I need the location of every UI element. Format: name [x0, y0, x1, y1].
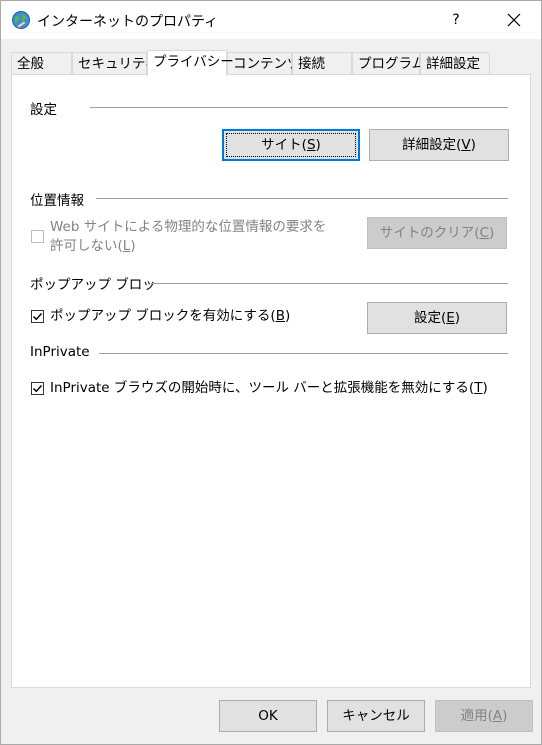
- help-button[interactable]: ?: [437, 1, 475, 39]
- ok-button[interactable]: OK: [219, 700, 317, 732]
- close-icon: [507, 13, 521, 27]
- clear-sites-access-key: C: [479, 225, 489, 241]
- focus-rectangle: [226, 133, 356, 157]
- tab-connections[interactable]: 接続: [292, 52, 352, 75]
- settings-divider: [90, 107, 508, 108]
- advanced-button[interactable]: 詳細設定(V): [369, 129, 509, 161]
- popup-settings-access-key: E: [446, 310, 455, 326]
- clear-sites-label: サイトのクリア(: [379, 225, 480, 241]
- advanced-button-access-key: V: [461, 137, 471, 153]
- tab-privacy[interactable]: プライバシー: [147, 50, 234, 76]
- inprivate-divider: [99, 353, 508, 354]
- cancel-button[interactable]: キャンセル: [327, 700, 425, 732]
- properties-dialog: インターネットのプロパティ ? 全般 セキュリティ プライバシー コンテンツ 接…: [0, 0, 542, 745]
- popup-blocker-label: ポップアップ ブロックを有効にする(B): [50, 307, 290, 325]
- location-label-end: ): [130, 238, 136, 254]
- inprivate-label-end: ): [482, 380, 488, 396]
- apply-access-key: A: [492, 708, 503, 724]
- internet-globe-icon: [11, 10, 31, 30]
- checkmark-icon: [33, 385, 43, 393]
- popup-settings-label: 設定(: [413, 310, 447, 326]
- apply-label-end: ): [502, 708, 508, 724]
- popup-settings-button[interactable]: 設定(E): [367, 302, 507, 334]
- window-title: インターネットのプロパティ: [37, 14, 219, 30]
- title-bar: インターネットのプロパティ ?: [1, 1, 541, 39]
- checkmark-icon: [33, 313, 43, 321]
- inprivate-checkbox[interactable]: [31, 382, 44, 395]
- popup-group-label: ポップアップ ブロッ: [30, 277, 156, 293]
- clear-sites-button[interactable]: サイトのクリア(C): [367, 217, 507, 249]
- popup-blocker-checkbox[interactable]: [31, 310, 44, 323]
- location-checkbox-label-line2: 許可しない(L): [50, 237, 136, 255]
- popup-access-key: B: [275, 308, 285, 324]
- location-divider: [96, 198, 508, 199]
- advanced-button-label: 詳細設定(: [402, 137, 462, 153]
- apply-label: 適用(: [460, 708, 493, 724]
- advanced-button-label-end: ): [470, 137, 476, 153]
- inprivate-group-label: InPrivate: [30, 344, 90, 360]
- inprivate-checkbox-label: InPrivate ブラウズの開始時に、ツール バーと拡張機能を無効にする(T): [50, 379, 488, 397]
- location-label-text: 許可しない(: [50, 238, 123, 254]
- sites-button[interactable]: サイト(S): [222, 129, 360, 161]
- location-checkbox[interactable]: [31, 230, 44, 243]
- popup-settings-label-end: ): [454, 310, 461, 326]
- popup-label-end: ): [284, 308, 291, 324]
- popup-divider: [151, 283, 508, 284]
- location-checkbox-label-line1: Web サイトによる物理的な位置情報の要求を: [50, 219, 327, 235]
- tab-general[interactable]: 全般: [11, 52, 72, 75]
- tab-security[interactable]: セキュリティ: [72, 52, 158, 75]
- popup-label-text: ポップアップ ブロックを有効にする(: [50, 308, 276, 324]
- inprivate-label-text: InPrivate ブラウズの開始時に、ツール バーと拡張機能を無効にする(: [50, 380, 475, 396]
- apply-button[interactable]: 適用(A): [435, 700, 533, 732]
- settings-group-label: 設定: [30, 102, 57, 118]
- close-button[interactable]: [491, 1, 537, 39]
- tab-strip: 全般 セキュリティ プライバシー コンテンツ 接続 プログラム 詳細設定: [11, 50, 531, 76]
- tab-advanced[interactable]: 詳細設定: [420, 52, 490, 75]
- location-group-label: 位置情報: [30, 193, 84, 209]
- tab-content[interactable]: コンテンツ: [227, 52, 301, 75]
- tab-programs[interactable]: プログラム: [352, 52, 425, 75]
- privacy-panel: 設定 サイト(S) 詳細設定(V) 位置情報 Web サイトによる物理的な位置情…: [11, 74, 531, 688]
- clear-sites-label-end: ): [488, 225, 495, 241]
